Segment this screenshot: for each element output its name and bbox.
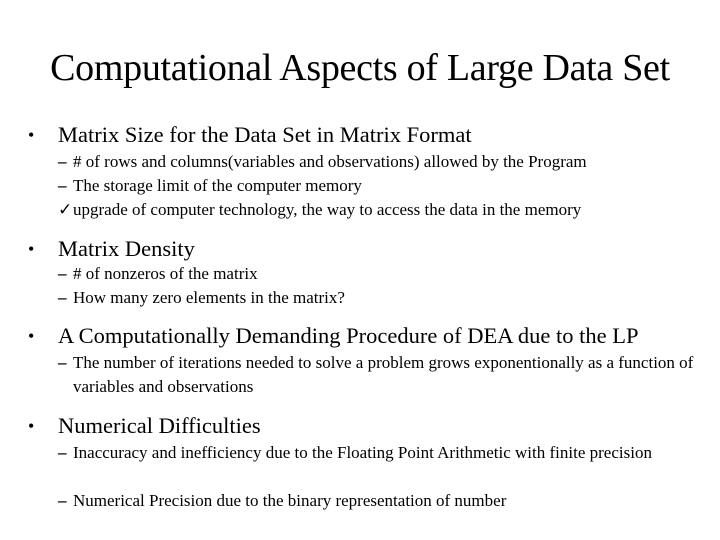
checkmark-icon: ✓ [58, 200, 73, 219]
dash-icon: – [58, 491, 67, 510]
dash-icon: – [58, 264, 67, 283]
bullet-icon: • [28, 416, 35, 436]
slide-title: Computational Aspects of Large Data Set [50, 47, 670, 89]
dash-icon: – [58, 176, 67, 195]
dash-icon: – [58, 443, 67, 462]
bullet-icon: • [28, 239, 35, 259]
bullet-icon: • [28, 125, 35, 145]
dash-icon: – [58, 353, 67, 372]
dash-icon: – [58, 288, 67, 307]
dash-icon: – [58, 152, 67, 171]
bullet-icon: • [28, 326, 35, 346]
